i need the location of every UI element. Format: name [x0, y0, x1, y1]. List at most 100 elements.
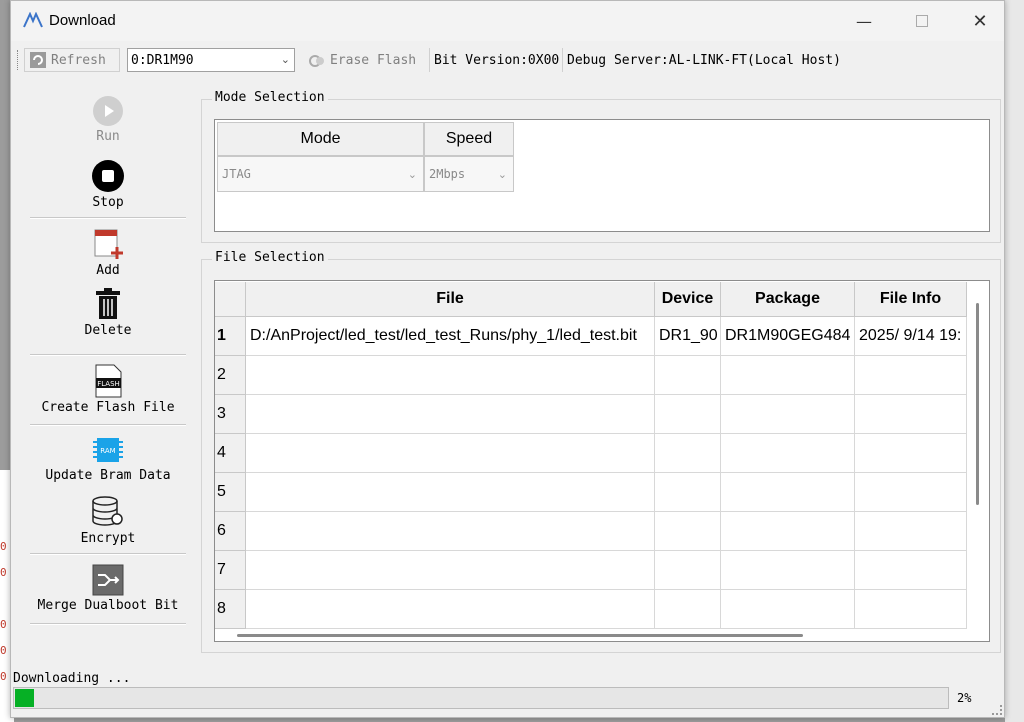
device-cell[interactable] — [655, 395, 721, 434]
maximize-icon — [916, 15, 928, 27]
app-logo-icon — [23, 12, 43, 28]
table-row[interactable]: 7 — [215, 551, 975, 590]
package-cell[interactable] — [721, 473, 855, 512]
mode-table: Mode Speed JTAG ⌄ 2Mbps ⌄ — [214, 119, 990, 232]
add-label: Add — [96, 263, 120, 278]
toolbar: Refresh 0:DR1M90 ⌄ Erase Flash Bit Versi… — [11, 45, 1004, 75]
merge-dualboot-bit-button[interactable]: Merge Dualboot Bit — [28, 564, 188, 613]
file-cell[interactable] — [246, 434, 655, 473]
table-corner[interactable] — [215, 282, 246, 317]
device-cell[interactable] — [655, 356, 721, 395]
minimize-icon: — — [856, 11, 872, 31]
sidebar-divider — [30, 217, 186, 219]
toolbar-grip[interactable] — [17, 50, 21, 70]
mode-select[interactable]: JTAG ⌄ — [217, 156, 424, 192]
bit-version-label: Bit Version:0X00 — [429, 48, 563, 72]
stop-button[interactable]: Stop — [28, 159, 188, 210]
encrypt-button[interactable]: Encrypt — [28, 495, 188, 546]
file-info-cell[interactable] — [855, 551, 967, 590]
mode-column-header: Mode — [217, 122, 424, 156]
file-cell[interactable] — [246, 551, 655, 590]
row-number[interactable]: 5 — [215, 473, 246, 512]
mode-selection-group: Mode Selection Mode Speed JTAG ⌄ 2Mbps ⌄ — [201, 90, 1001, 243]
table-row[interactable]: 5 — [215, 473, 975, 512]
vertical-scrollbar[interactable] — [976, 303, 979, 505]
table-row[interactable]: 6 — [215, 512, 975, 551]
erase-flash-button[interactable]: Erase Flash — [304, 48, 429, 72]
maximize-button[interactable] — [899, 1, 945, 41]
create-flash-file-button[interactable]: FLASH Create Flash File — [28, 364, 188, 415]
package-column-header[interactable]: Package — [721, 282, 855, 317]
device-cell[interactable]: DR1_90 — [655, 317, 721, 356]
file-cell[interactable] — [246, 356, 655, 395]
sidebar-divider — [30, 354, 186, 356]
package-cell[interactable] — [721, 356, 855, 395]
speed-select[interactable]: 2Mbps ⌄ — [424, 156, 514, 192]
package-cell[interactable] — [721, 434, 855, 473]
file-cell[interactable] — [246, 590, 655, 629]
table-row[interactable]: 3 — [215, 395, 975, 434]
device-cell[interactable] — [655, 551, 721, 590]
device-cell[interactable] — [655, 434, 721, 473]
package-cell[interactable]: DR1M90GEG484 — [721, 317, 855, 356]
row-number[interactable]: 6 — [215, 512, 246, 551]
row-number[interactable]: 2 — [215, 356, 246, 395]
delete-button[interactable]: Delete — [28, 287, 188, 338]
minimize-button[interactable]: — — [841, 1, 887, 41]
file-cell[interactable] — [246, 512, 655, 551]
file-info-cell[interactable]: 2025/ 9/14 19: — [855, 317, 967, 356]
close-button[interactable]: ✕ — [957, 1, 1003, 41]
device-cell[interactable] — [655, 590, 721, 629]
speed-column-header: Speed — [424, 122, 514, 156]
table-row[interactable]: 2 — [215, 356, 975, 395]
refresh-button[interactable]: Refresh — [24, 48, 120, 72]
file-info-cell[interactable] — [855, 512, 967, 551]
update-bram-data-button[interactable]: RAM Update Bram Data — [28, 434, 188, 483]
row-number[interactable]: 8 — [215, 590, 246, 629]
package-cell[interactable] — [721, 512, 855, 551]
row-number[interactable]: 1 — [215, 317, 246, 356]
file-info-cell[interactable] — [855, 395, 967, 434]
encrypt-label: Encrypt — [80, 531, 136, 546]
speed-select-value: 2Mbps — [429, 167, 466, 181]
file-cell[interactable]: D:/AnProject/led_test/led_test_Runs/phy_… — [246, 317, 655, 356]
row-number[interactable]: 4 — [215, 434, 246, 473]
status-text: Downloading ... — [13, 671, 131, 686]
add-button[interactable]: Add — [28, 227, 188, 278]
run-button[interactable]: Run — [28, 95, 188, 144]
file-info-cell[interactable] — [855, 473, 967, 512]
resize-grip[interactable] — [992, 705, 1002, 715]
file-info-column-header[interactable]: File Info — [855, 282, 967, 317]
row-number[interactable]: 3 — [215, 395, 246, 434]
file-info-cell[interactable] — [855, 590, 967, 629]
file-selection-group: File Selection File Device Package File … — [201, 250, 1001, 653]
file-table: File Device Package File Info 1 D:/AnProj… — [214, 280, 990, 642]
progress-percent: 2% — [957, 691, 972, 705]
file-column-header[interactable]: File — [246, 282, 655, 317]
device-column-header[interactable]: Device — [655, 282, 721, 317]
device-cell[interactable] — [655, 512, 721, 551]
table-row[interactable]: 4 — [215, 434, 975, 473]
mode-select-value: JTAG — [222, 167, 251, 181]
table-row[interactable]: 8 — [215, 590, 975, 629]
file-info-cell[interactable] — [855, 434, 967, 473]
file-info-cell[interactable] — [855, 356, 967, 395]
horizontal-scrollbar[interactable] — [237, 634, 803, 637]
device-select[interactable]: 0:DR1M90 ⌄ — [127, 48, 295, 72]
package-cell[interactable] — [721, 590, 855, 629]
sidebar-divider — [30, 623, 186, 625]
refresh-icon — [30, 52, 46, 68]
update-bram-data-label: Update Bram Data — [45, 468, 171, 483]
file-cell[interactable] — [246, 473, 655, 512]
delete-label: Delete — [84, 323, 132, 338]
table-row[interactable]: 1 D:/AnProject/led_test/led_test_Runs/phy… — [215, 317, 975, 356]
run-label: Run — [96, 129, 120, 144]
stop-label: Stop — [92, 195, 124, 210]
file-cell[interactable] — [246, 395, 655, 434]
package-cell[interactable] — [721, 551, 855, 590]
mode-selection-title: Mode Selection — [212, 90, 328, 105]
device-cell[interactable] — [655, 473, 721, 512]
title-bar[interactable]: Download — ✕ — [11, 1, 1004, 41]
package-cell[interactable] — [721, 395, 855, 434]
row-number[interactable]: 7 — [215, 551, 246, 590]
